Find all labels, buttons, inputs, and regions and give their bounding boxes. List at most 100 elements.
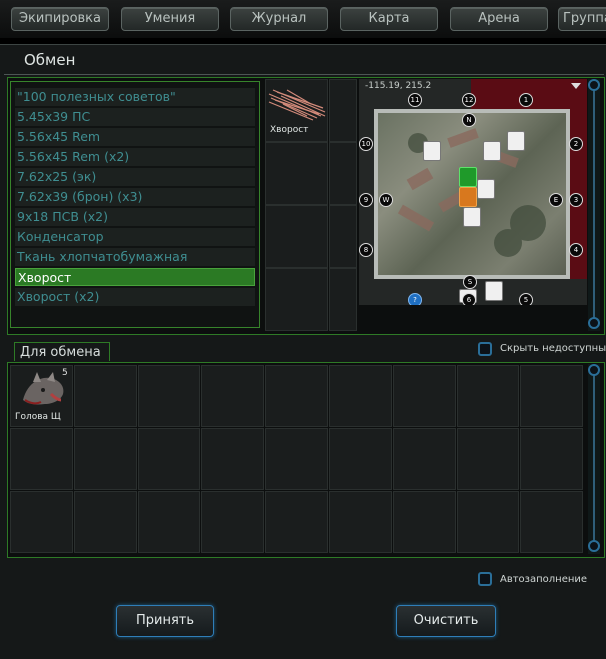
map-menu-arrow-icon[interactable] xyxy=(571,83,581,89)
autofill-checkbox[interactable] xyxy=(478,572,492,586)
top-scrollbar[interactable] xyxy=(588,79,600,331)
sector-node[interactable]: 12 xyxy=(462,93,476,107)
clear-button[interactable]: Очистить xyxy=(396,605,496,637)
exchange-slot[interactable] xyxy=(392,428,456,490)
minimap[interactable]: -115.19, 215.2 N W E S 11 12 1 10 2 9 3 xyxy=(359,79,587,305)
exchange-slot[interactable] xyxy=(265,365,328,427)
compass-east-icon: E xyxy=(549,193,563,207)
list-item[interactable]: Ткань хлопчатобумажная xyxy=(15,248,255,266)
exchange-slot[interactable] xyxy=(392,491,456,553)
exchange-slot[interactable] xyxy=(137,365,201,427)
exchange-slot[interactable] xyxy=(456,365,520,427)
npc-marker-icon[interactable] xyxy=(485,281,503,301)
brushwood-icon xyxy=(268,89,326,121)
objective-marker-icon[interactable] xyxy=(459,187,477,207)
list-item[interactable]: 5.56x45 Rem xyxy=(15,128,255,146)
list-item[interactable]: 7.62x25 (эк) xyxy=(15,168,255,186)
preview-slot-7[interactable] xyxy=(265,268,328,331)
exchange-item-name: Голова Щ xyxy=(15,412,61,422)
exchange-scrollbar[interactable] xyxy=(588,364,600,554)
scroll-up-knob[interactable] xyxy=(588,79,600,91)
compass-south-icon: S xyxy=(463,275,477,289)
sector-node[interactable]: 5 xyxy=(519,293,533,305)
sector-node[interactable]: 8 xyxy=(359,243,373,257)
list-item[interactable]: 7.62x39 (брон) (x3) xyxy=(15,188,255,206)
preview-slot-1[interactable]: Хворост xyxy=(265,79,328,142)
title-divider xyxy=(4,74,604,75)
autofill-label: Автозаполнение xyxy=(500,574,588,585)
player-marker-icon[interactable] xyxy=(459,167,477,187)
exchange-slot[interactable] xyxy=(265,491,328,553)
scroll-down-knob[interactable] xyxy=(588,540,600,552)
item-quantity: 5 xyxy=(62,368,68,378)
tab-group[interactable]: Группа xyxy=(558,7,606,31)
sector-node[interactable]: 10 xyxy=(359,137,373,151)
list-item[interactable]: 5.56x45 Rem (x2) xyxy=(15,148,255,166)
list-item[interactable]: Хворост (x2) xyxy=(15,288,255,306)
exchange-slot[interactable] xyxy=(10,428,73,490)
preview-slot-8[interactable] xyxy=(329,268,357,331)
compass-north-icon: N xyxy=(462,113,476,127)
exchange-item-slot[interactable]: 5 Голова Щ xyxy=(11,366,72,427)
sector-node[interactable]: 3 xyxy=(569,193,583,207)
exchange-slot[interactable] xyxy=(456,491,520,553)
sector-node[interactable]: 4 xyxy=(569,243,583,257)
preview-grid: Хворост xyxy=(265,79,357,331)
exchange-slot[interactable] xyxy=(201,365,265,427)
exchange-slot[interactable] xyxy=(329,491,392,553)
exchange-slot[interactable] xyxy=(329,365,392,427)
list-item[interactable]: "100 полезных советов" xyxy=(15,88,255,106)
exchange-slot[interactable] xyxy=(137,428,201,490)
map-coordinates: -115.19, 215.2 xyxy=(365,81,432,91)
tab-for-exchange[interactable]: Для обмена xyxy=(14,342,110,361)
exchange-slot[interactable] xyxy=(520,491,584,553)
sector-node[interactable]: 6 xyxy=(462,293,476,305)
exchange-slot[interactable] xyxy=(329,428,392,490)
preview-slot-2[interactable] xyxy=(329,79,357,142)
npc-marker-icon[interactable] xyxy=(477,179,495,199)
preview-slot-3[interactable] xyxy=(265,142,328,205)
scroll-up-knob[interactable] xyxy=(588,364,600,376)
exchange-slot[interactable] xyxy=(456,428,520,490)
exchange-slot[interactable] xyxy=(520,428,584,490)
list-item[interactable]: Конденсатор xyxy=(15,228,255,246)
npc-marker-icon[interactable] xyxy=(463,207,481,227)
list-item[interactable]: 9x18 ПСВ (x2) xyxy=(15,208,255,226)
tab-journal[interactable]: Журнал xyxy=(230,7,328,31)
exchange-slot[interactable] xyxy=(73,491,137,553)
sector-node[interactable]: 1 xyxy=(519,93,533,107)
scroll-down-knob[interactable] xyxy=(588,317,600,329)
sector-node[interactable]: 2 xyxy=(569,137,583,151)
exchange-slot[interactable] xyxy=(73,365,137,427)
preview-slot-5[interactable] xyxy=(265,205,328,268)
preview-slot-4[interactable] xyxy=(329,142,357,205)
exchange-slot[interactable] xyxy=(520,365,584,427)
top-tab-bar: Экипировка Умения Журнал Карта Арена Гру… xyxy=(0,0,606,38)
exchange-slot[interactable] xyxy=(137,491,201,553)
scroll-track xyxy=(593,89,595,321)
exchange-slot[interactable] xyxy=(392,365,456,427)
hide-unavailable-checkbox[interactable] xyxy=(478,342,492,356)
sector-node[interactable]: 9 xyxy=(359,193,373,207)
list-item-selected[interactable]: Хворост xyxy=(15,268,255,286)
accept-button[interactable]: Принять xyxy=(116,605,214,637)
exchange-slot[interactable] xyxy=(10,491,73,553)
sector-node[interactable]: 11 xyxy=(408,93,422,107)
npc-marker-icon[interactable] xyxy=(507,131,525,151)
exchange-slot[interactable] xyxy=(73,428,137,490)
list-item[interactable]: 5.45x39 ПС xyxy=(15,108,255,126)
preview-item-name: Хворост xyxy=(270,125,309,135)
tab-equipment[interactable]: Экипировка xyxy=(11,7,109,31)
item-list: "100 полезных советов" 5.45x39 ПС 5.56x4… xyxy=(10,81,260,328)
help-node-icon[interactable]: ? xyxy=(408,293,422,305)
exchange-slot[interactable] xyxy=(201,428,265,490)
preview-slot-6[interactable] xyxy=(329,205,357,268)
exchange-slot[interactable] xyxy=(265,428,328,490)
tab-map[interactable]: Карта xyxy=(340,7,438,31)
exchange-slot[interactable] xyxy=(201,491,265,553)
tab-skills[interactable]: Умения xyxy=(121,7,219,31)
boar-head-icon xyxy=(23,372,64,405)
npc-marker-icon[interactable] xyxy=(423,141,441,161)
tab-arena[interactable]: Арена xyxy=(450,7,548,31)
npc-marker-icon[interactable] xyxy=(483,141,501,161)
